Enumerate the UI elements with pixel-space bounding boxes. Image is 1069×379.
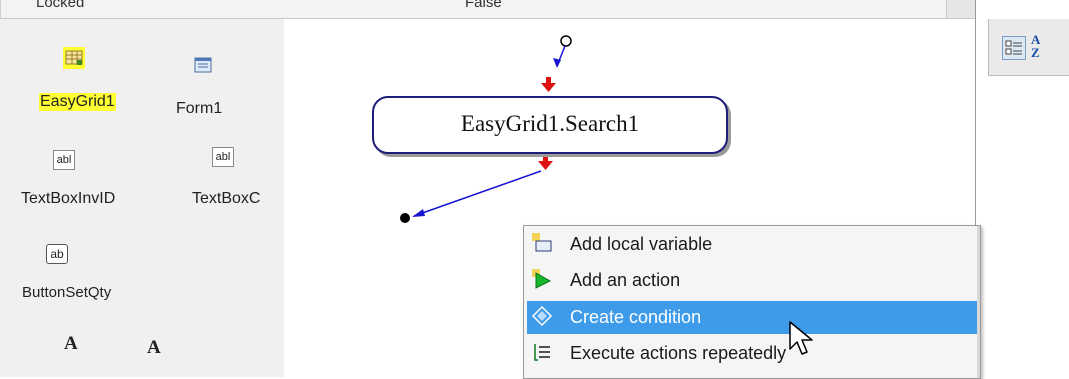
- add-variable-icon: [531, 232, 553, 259]
- input-port-icon[interactable]: [546, 77, 551, 83]
- menu-item-label: Execute actions repeatedly: [570, 343, 787, 363]
- condition-icon: [531, 305, 553, 332]
- properties-panel: A Z: [975, 0, 1069, 377]
- connector-line: [413, 170, 542, 217]
- categorized-icon[interactable]: [1002, 36, 1026, 60]
- menu-item-label: Add local variable: [570, 234, 713, 254]
- loop-icon: [531, 341, 553, 368]
- menu-item-add-local-variable[interactable]: Add local variable: [527, 228, 979, 261]
- input-port-arrow-icon: [541, 83, 556, 92]
- action-node[interactable]: EasyGrid1.Search1: [372, 96, 728, 154]
- properties-toolbar: A Z: [988, 19, 1069, 76]
- menu-item-label: Add an action: [570, 270, 681, 290]
- menu-item-execute-actions-repeatedly[interactable]: Execute actions repeatedly: [527, 337, 979, 370]
- context-menu: Add local variable Add an action Create …: [523, 225, 981, 379]
- menu-item-label: Create condition: [570, 307, 702, 327]
- menu-item-create-condition[interactable]: Create condition: [527, 301, 979, 334]
- menu-scrollbar[interactable]: [977, 226, 980, 378]
- end-point-icon[interactable]: [400, 213, 410, 223]
- add-action-icon: [531, 268, 553, 295]
- start-point-icon[interactable]: [560, 35, 572, 47]
- sort-alphabetical-icon[interactable]: A Z: [1031, 33, 1045, 61]
- output-port-icon[interactable]: [543, 155, 548, 161]
- action-node-label: EasyGrid1.Search1: [460, 111, 640, 136]
- connector-arrowhead: [412, 209, 425, 217]
- menu-item-add-an-action[interactable]: Add an action: [527, 264, 979, 297]
- output-port-arrow-icon: [538, 161, 553, 170]
- mouse-cursor-icon: [789, 321, 813, 355]
